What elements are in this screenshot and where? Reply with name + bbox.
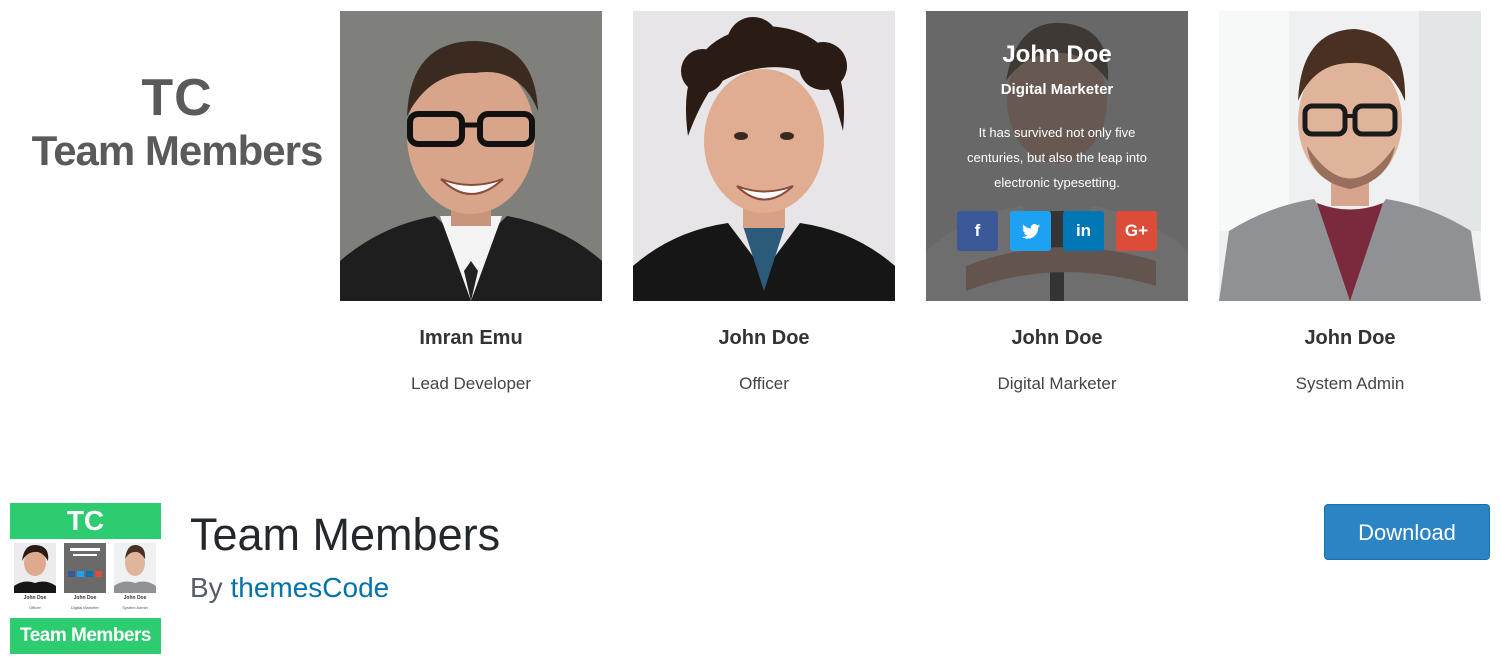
overlay-name: John Doe: [1002, 41, 1112, 68]
member-card-hover[interactable]: John Doe Digital Marketer It has survive…: [926, 11, 1188, 394]
banner-brand: TC Team Members: [22, 70, 332, 176]
twitter-icon[interactable]: [1010, 211, 1051, 251]
overlay-role: Digital Marketer: [1000, 81, 1114, 98]
author-link[interactable]: themesCode: [230, 572, 389, 603]
mini-name: John Doe: [23, 595, 47, 601]
plugin-title: Team Members: [190, 509, 501, 560]
member-photo: [340, 11, 602, 301]
google-plus-icon[interactable]: G+: [1116, 211, 1157, 251]
member-role: System Admin: [1295, 374, 1405, 393]
download-button[interactable]: Download: [1324, 504, 1490, 560]
member-role: Lead Developer: [410, 374, 532, 393]
member-name: John Doe: [1011, 327, 1103, 349]
plugin-icon-tc: TC: [10, 503, 161, 539]
member-photo: [633, 11, 895, 301]
social-links: f in G+: [926, 211, 1188, 251]
brand-title: Team Members: [31, 127, 324, 174]
plugin-icon-title: Team Members: [10, 618, 161, 654]
member-card: John Doe Officer: [633, 11, 895, 394]
brand-tc: TC: [141, 69, 213, 127]
portrait-image: [633, 11, 895, 301]
byline-prefix: By: [190, 572, 231, 603]
twitter-bird-glyph: [1021, 223, 1040, 239]
member-card: Imran Emu Lead Developer: [340, 11, 602, 394]
member-name: John Doe: [1304, 327, 1396, 349]
plugin-icon: TC John Doe Officer John Doe Digital Mar…: [10, 503, 161, 654]
facebook-icon[interactable]: f: [957, 211, 998, 251]
member-photo: John Doe Digital Marketer It has survive…: [926, 11, 1188, 301]
mini-name: John Doe: [123, 595, 147, 601]
mini-role: Officer: [29, 605, 41, 610]
member-card: John Doe System Admin: [1219, 11, 1481, 394]
mini-role: System Admin: [122, 605, 148, 610]
mini-role: Digital Marketer: [70, 605, 99, 610]
plugin-byline: By themesCode: [190, 572, 389, 604]
member-hover-overlay: John Doe Digital Marketer It has survive…: [926, 11, 1188, 301]
overlay-bio: It has survived not only five centuries,…: [967, 125, 1147, 190]
portrait-image: [1219, 11, 1481, 301]
mini-name: John Doe: [73, 595, 97, 601]
plugin-icon-preview: John Doe Officer John Doe Digital Market…: [10, 539, 161, 618]
member-role: Digital Marketer: [997, 374, 1117, 393]
member-photo: [1219, 11, 1481, 301]
member-role: Officer: [739, 374, 789, 393]
member-name: John Doe: [718, 327, 810, 349]
linkedin-icon[interactable]: in: [1063, 211, 1104, 251]
portrait-image: [340, 11, 602, 301]
plugin-banner: TC Team Members Imran Emu Lead Developer: [0, 0, 1500, 470]
member-name: Imran Emu: [419, 327, 523, 349]
